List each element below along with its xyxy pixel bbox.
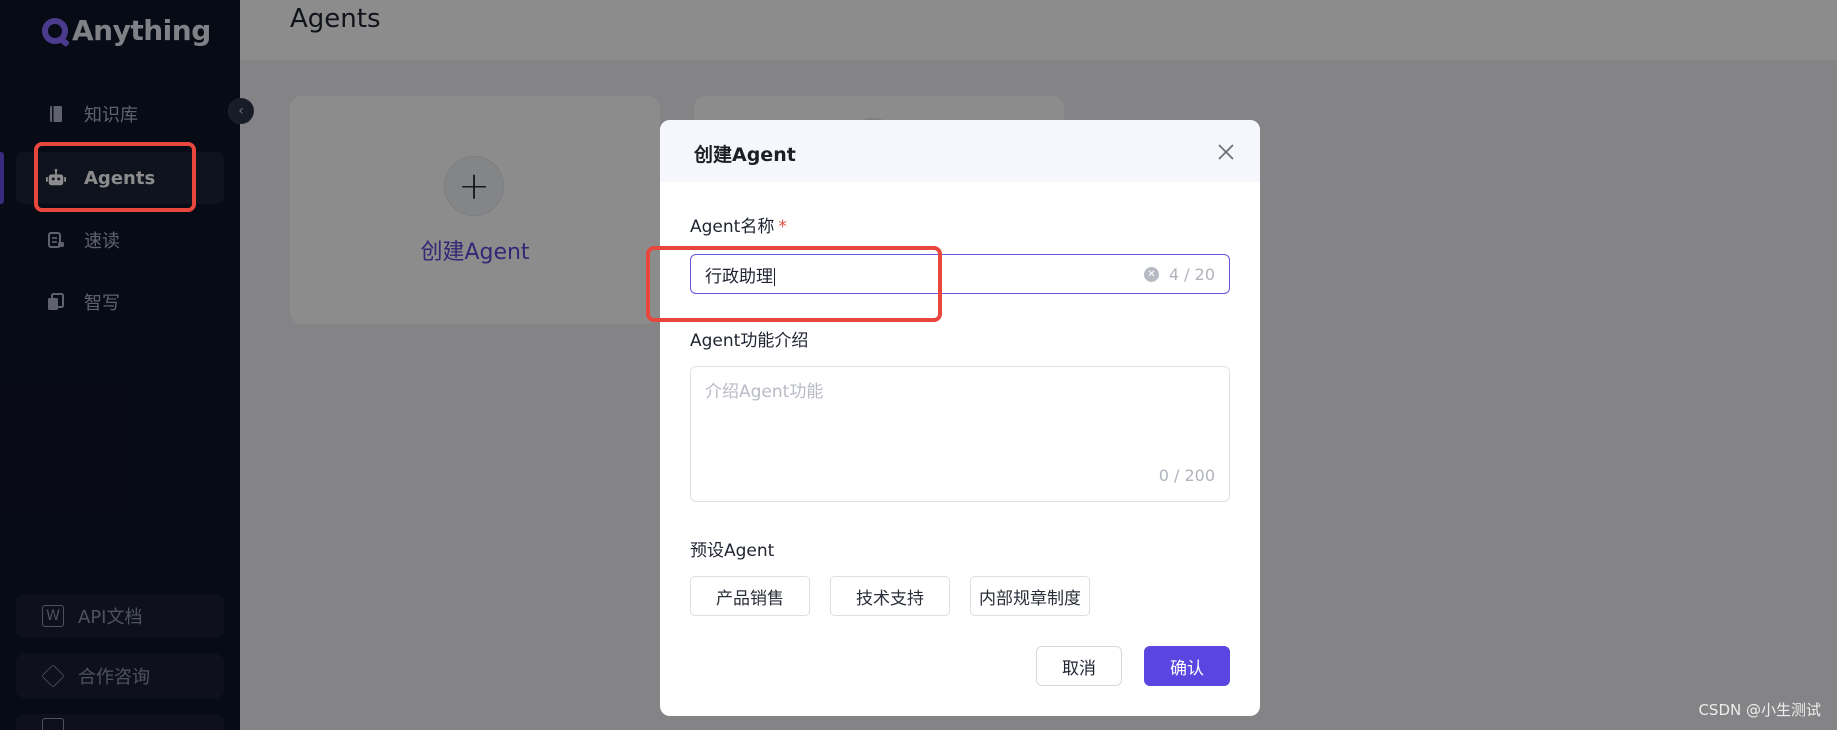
description-char-counter: 0 / 200 bbox=[1158, 466, 1215, 485]
preset-button-internal-rules[interactable]: 内部规章制度 bbox=[970, 576, 1090, 616]
confirm-button[interactable]: 确认 bbox=[1144, 646, 1230, 686]
name-char-counter: 4 / 20 bbox=[1168, 264, 1215, 284]
agent-description-textarea[interactable]: 介绍Agent功能 0 / 200 bbox=[690, 366, 1230, 502]
cancel-button[interactable]: 取消 bbox=[1036, 646, 1122, 686]
agent-name-label: Agent名称 * bbox=[690, 212, 787, 237]
close-button[interactable] bbox=[1214, 140, 1238, 164]
description-placeholder: 介绍Agent功能 bbox=[705, 382, 824, 402]
clear-input-icon[interactable]: ✕ bbox=[1143, 266, 1159, 282]
watermark: CSDN @小生测试 bbox=[1698, 701, 1821, 719]
agent-description-label: Agent功能介绍 bbox=[690, 331, 809, 351]
close-icon bbox=[1218, 144, 1234, 160]
preset-agent-label: 预设Agent bbox=[690, 541, 775, 561]
annotation-highlight-name-input bbox=[646, 246, 942, 322]
required-mark: * bbox=[778, 217, 787, 237]
agent-name-label-text: Agent名称 bbox=[690, 217, 775, 237]
dialog-header: 创建Agent bbox=[660, 120, 1260, 182]
create-agent-dialog: 创建Agent Agent名称 * 行政助理 ✕ 4 / 20 Agent功能介绍… bbox=[660, 120, 1260, 716]
annotation-highlight-agents bbox=[34, 142, 196, 212]
preset-button-tech-support[interactable]: 技术支持 bbox=[830, 576, 950, 616]
dialog-title: 创建Agent bbox=[694, 144, 796, 166]
preset-button-sales[interactable]: 产品销售 bbox=[690, 576, 810, 616]
